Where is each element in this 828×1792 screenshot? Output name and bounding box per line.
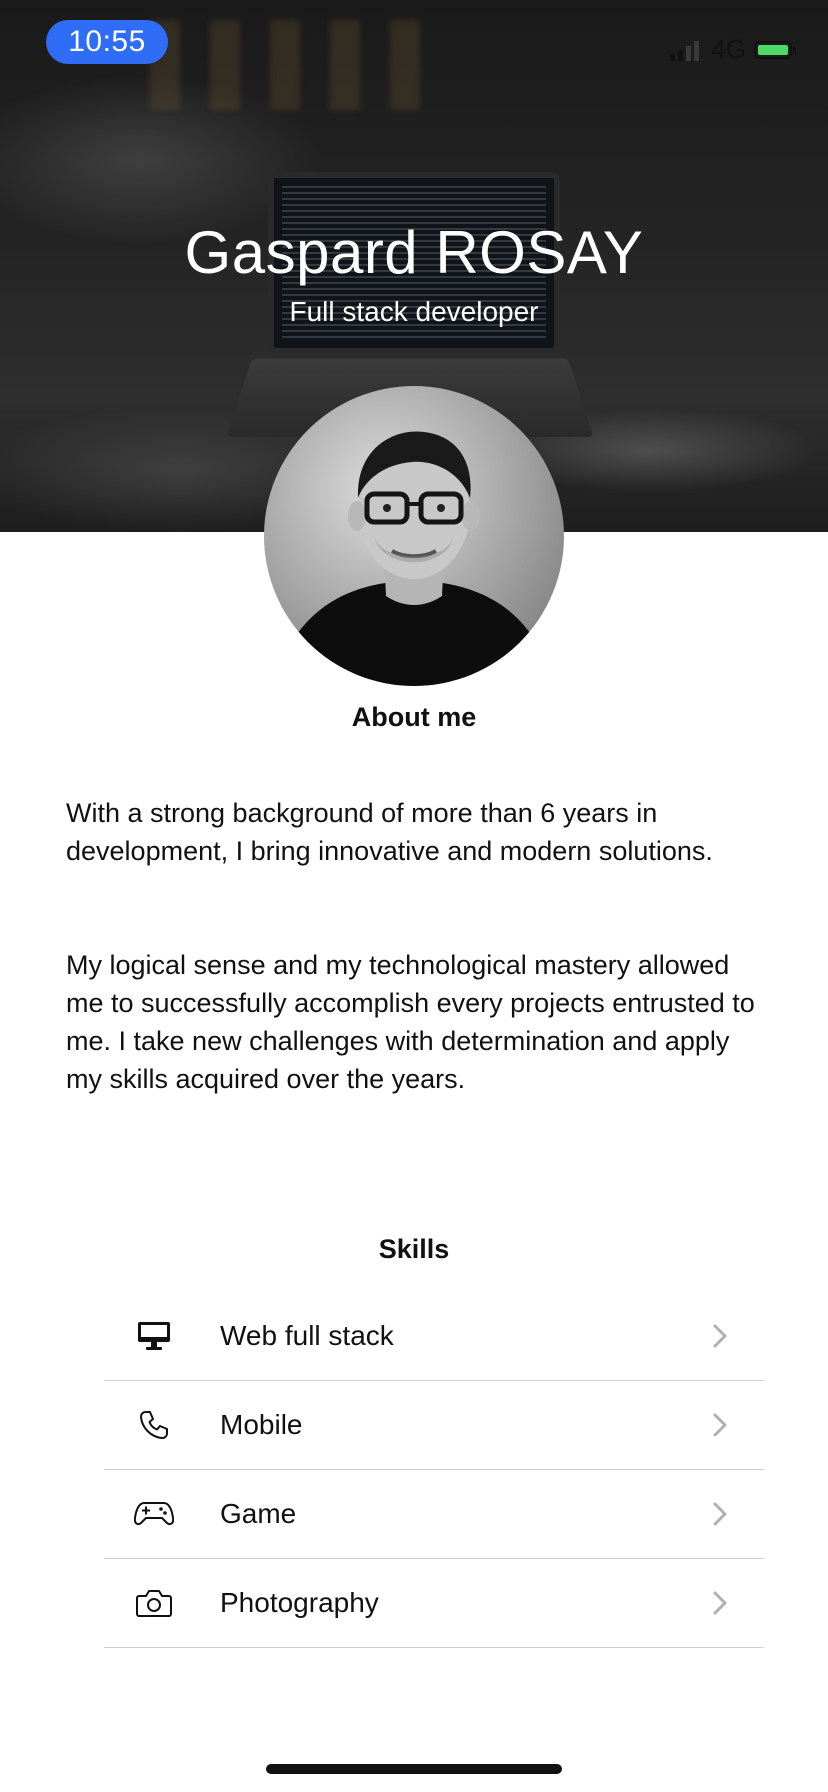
- skill-label: Game: [220, 1498, 297, 1529]
- status-indicators: 4G: [670, 34, 796, 65]
- about-paragraph-1: With a strong background of more than 6 …: [66, 798, 713, 866]
- avatar: [264, 386, 564, 686]
- chevron-right-icon: [713, 1502, 727, 1526]
- home-indicator[interactable]: [266, 1764, 562, 1774]
- chevron-right-icon: [713, 1591, 727, 1615]
- skills-list: Web full stack Mobile Game Photography: [104, 1292, 764, 1648]
- chevron-right-icon: [713, 1413, 727, 1437]
- hero-background-light: [150, 20, 450, 110]
- chevron-right-icon: [713, 1324, 727, 1348]
- cellular-signal-icon: [670, 39, 700, 61]
- profile-photo: [274, 431, 554, 686]
- about-paragraph-2: My logical sense and my technological ma…: [66, 950, 755, 1094]
- battery-icon: [754, 40, 796, 59]
- skill-item-photography[interactable]: Photography: [104, 1559, 764, 1648]
- gamepad-icon: [134, 1494, 174, 1534]
- camera-icon: [134, 1583, 174, 1623]
- skills-title: Skills: [378, 1234, 450, 1264]
- desktop-icon: [134, 1316, 174, 1356]
- skill-item-game[interactable]: Game: [104, 1470, 764, 1559]
- skill-label: Photography: [220, 1587, 379, 1618]
- network-type: 4G: [711, 34, 746, 64]
- skill-label: Mobile: [220, 1409, 303, 1440]
- skill-item-web-full-stack[interactable]: Web full stack: [104, 1292, 764, 1381]
- profile-role: Full stack developer: [289, 296, 539, 327]
- skill-label: Web full stack: [220, 1320, 394, 1351]
- phone-icon: [134, 1405, 174, 1445]
- skill-item-mobile[interactable]: Mobile: [104, 1381, 764, 1470]
- about-title: About me: [351, 702, 477, 732]
- status-time: 10:55: [46, 20, 168, 64]
- profile-name: Gaspard ROSAY: [184, 219, 644, 286]
